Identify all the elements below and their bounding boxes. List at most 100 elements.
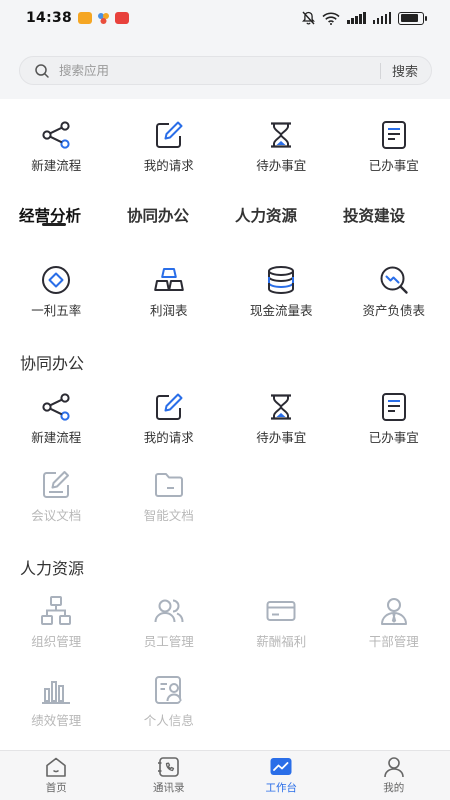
quick-action-label: 新建流程: [31, 158, 82, 173]
mute-icon: [302, 11, 315, 25]
contacts-icon: [157, 757, 179, 777]
analysis-item-label: 资产负债表: [362, 303, 425, 318]
quick-action-my-requests[interactable]: 我的请求: [113, 118, 226, 174]
coin-stack-icon: [268, 266, 295, 295]
tab-collaboration[interactable]: 协同办公: [127, 204, 189, 226]
folder-icon: [154, 473, 183, 497]
hr-item-label: 薪酬福利: [256, 634, 307, 649]
collab-item-label: 待办事宜: [256, 430, 307, 445]
tab-human-resources[interactable]: 人力资源: [235, 204, 297, 226]
card-icon: [266, 601, 296, 621]
quick-action-done[interactable]: 已办事宜: [338, 118, 450, 174]
analysis-item-label: 现金流量表: [249, 303, 313, 318]
hr-item-label: 绩效管理: [31, 713, 82, 728]
share-icon: [42, 121, 70, 149]
hr-item-label: 个人信息: [143, 713, 194, 728]
nav-label: 首页: [45, 782, 67, 794]
section-title-collaboration: 协同办公: [20, 354, 85, 373]
document-icon: [381, 121, 406, 149]
section-title-hr: 人力资源: [20, 559, 85, 578]
share-icon: [42, 393, 70, 421]
document-icon: [381, 393, 406, 421]
quick-actions: 新建流程 我的请求 待办事宜 已办事宜: [0, 118, 450, 174]
search-input[interactable]: [59, 63, 380, 78]
collab-item-label: 新建流程: [31, 430, 82, 445]
bar-chart-icon: [42, 681, 71, 704]
nav-label: 我的: [383, 782, 405, 794]
quick-action-new-process[interactable]: 新建流程: [0, 118, 113, 174]
bottom-nav: 首页 通讯录 工作台 我的: [0, 750, 450, 800]
hr-item-staff[interactable]: 员工管理: [113, 594, 226, 650]
analysis-grid: 一利五率 利润表 现金流量表 资产负债表: [0, 263, 450, 319]
hr-item-performance[interactable]: 绩效管理: [0, 673, 113, 729]
edit-icon: [155, 121, 183, 148]
nav-label: 工作台: [265, 782, 298, 794]
diamond-icon: [42, 266, 71, 294]
home-icon: [46, 757, 67, 777]
hr-grid-row-2: 绩效管理 个人信息: [0, 673, 450, 729]
nav-profile[interactable]: 我的: [338, 751, 450, 800]
tab-investment[interactable]: 投资建设: [343, 204, 405, 226]
collab-item-meeting-docs[interactable]: 会议文档: [0, 468, 113, 524]
hr-grid-row-1: 组织管理 员工管理 薪酬福利 干部管理: [0, 594, 450, 650]
hr-item-cadres[interactable]: 干部管理: [338, 594, 450, 650]
workbench-icon: [270, 758, 292, 775]
id-card-icon: [154, 676, 182, 704]
meeting-doc-icon: [43, 471, 70, 498]
analysis-item-label: 利润表: [149, 303, 188, 318]
hr-item-compensation[interactable]: 薪酬福利: [225, 594, 338, 650]
category-tabs: 经营分析 协同办公 人力资源 投资建设: [0, 200, 450, 232]
nav-label: 通讯录: [153, 782, 185, 794]
status-bar: 14:38: [0, 0, 450, 36]
collab-item-new-process[interactable]: 新建流程: [0, 390, 113, 446]
analysis-item-balance-sheet[interactable]: 资产负债表: [338, 263, 450, 319]
nav-workbench[interactable]: 工作台: [225, 751, 338, 800]
analysis-item-one-profit-five-rates[interactable]: 一利五率: [0, 263, 113, 319]
collab-item-label: 会议文档: [31, 508, 82, 523]
analysis-item-label: 一利五率: [31, 303, 82, 318]
collab-item-todo[interactable]: 待办事宜: [225, 390, 338, 446]
collab-item-label: 我的请求: [143, 430, 194, 445]
staff-icon: [154, 599, 184, 623]
signal-icon-2: [372, 12, 391, 24]
red-app-icon: [115, 12, 130, 24]
gold-bars-icon: [153, 268, 184, 291]
quick-action-todo[interactable]: 待办事宜: [225, 118, 338, 174]
hr-item-label: 干部管理: [368, 634, 419, 649]
header: 搜索: [0, 36, 450, 99]
nav-contacts[interactable]: 通讯录: [113, 751, 226, 800]
signal-icon-1: [347, 12, 366, 24]
profile-icon: [383, 757, 404, 778]
collab-item-smart-docs[interactable]: 智能文档: [113, 468, 226, 524]
notification-app-icon: [78, 12, 93, 24]
nav-home[interactable]: 首页: [0, 751, 113, 800]
wifi-icon: [322, 12, 340, 25]
quick-action-label: 我的请求: [143, 158, 194, 173]
org-chart-icon: [41, 596, 72, 625]
analysis-item-cash-flow[interactable]: 现金流量表: [225, 263, 338, 319]
quick-action-label: 待办事宜: [256, 158, 307, 173]
hr-item-label: 组织管理: [31, 634, 82, 649]
quick-action-label: 已办事宜: [368, 158, 419, 173]
collab-grid-row-2: 会议文档 智能文档: [0, 468, 450, 524]
active-tab-indicator: [42, 223, 66, 226]
hourglass-icon: [271, 394, 292, 420]
collab-item-label: 智能文档: [143, 508, 194, 523]
collab-item-label: 已办事宜: [368, 430, 419, 445]
collab-item-my-requests[interactable]: 我的请求: [113, 390, 226, 446]
edit-icon: [155, 393, 183, 420]
hr-item-personal-info[interactable]: 个人信息: [113, 673, 226, 729]
search-bar[interactable]: 搜索: [19, 56, 432, 85]
analysis-item-profit-statement[interactable]: 利润表: [113, 263, 226, 319]
chart-magnifier-icon: [380, 266, 408, 294]
search-button[interactable]: 搜索: [381, 61, 431, 80]
status-indicators: [302, 11, 427, 25]
hr-item-label: 员工管理: [143, 634, 194, 649]
battery-icon: [398, 11, 427, 25]
hr-item-organization[interactable]: 组织管理: [0, 594, 113, 650]
cadre-icon: [380, 598, 407, 625]
status-time: 14:38: [26, 10, 73, 26]
search-icon: [35, 63, 49, 78]
collab-item-done[interactable]: 已办事宜: [338, 390, 450, 446]
collab-grid-row-1: 新建流程 我的请求 待办事宜 已办事宜: [0, 390, 450, 446]
